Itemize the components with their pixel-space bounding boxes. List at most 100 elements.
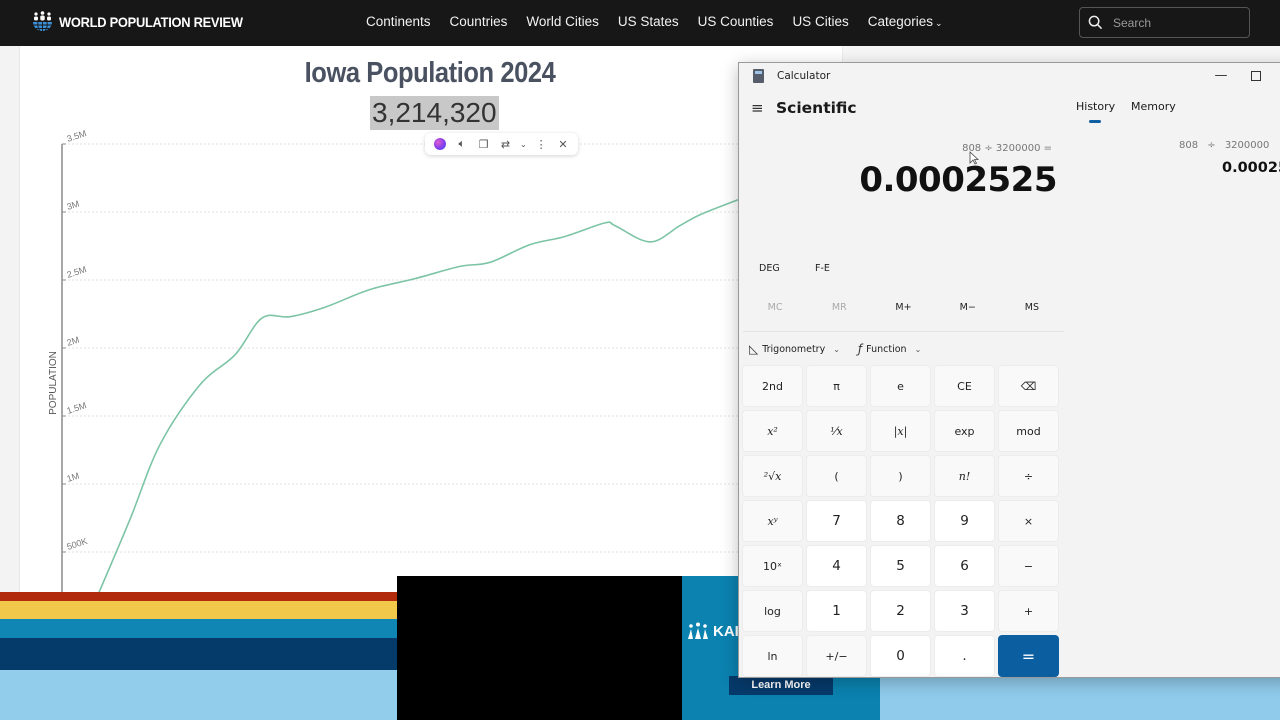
tab-memory[interactable]: Memory	[1131, 100, 1176, 113]
key-mod-button[interactable]: mod	[998, 410, 1059, 452]
key-negate-button[interactable]: +/−	[806, 635, 867, 677]
stripe-red	[0, 592, 397, 601]
key-subtract-button[interactable]: −	[998, 545, 1059, 587]
maximize-button[interactable]	[1251, 71, 1261, 81]
ad-background	[880, 678, 1280, 720]
active-tab-indicator	[1089, 120, 1101, 123]
key-square-root-button[interactable]: ²√x	[742, 455, 803, 497]
key-eight-button[interactable]: 8	[870, 500, 931, 542]
stripe-blue	[0, 619, 397, 638]
page-content	[20, 46, 842, 606]
key-log-button[interactable]: log	[742, 590, 803, 632]
hamburger-menu-icon[interactable]: ≡	[751, 101, 767, 116]
key-second-button[interactable]: 2nd	[742, 365, 803, 407]
key-clear-entry-button[interactable]: CE	[934, 365, 995, 407]
trigonometry-dropdown[interactable]: Trigonometry	[762, 344, 825, 355]
key-five-button[interactable]: 5	[870, 545, 931, 587]
page-left-margin	[0, 46, 20, 606]
learn-more-button[interactable]: Learn More	[729, 676, 833, 695]
stripe-light-blue	[0, 670, 397, 720]
memory-row: MC MR M+ M− MS	[743, 293, 1064, 323]
key-one-button[interactable]: 1	[806, 590, 867, 632]
calculator-window: Calculator — ≡ Scientific History Memory…	[738, 62, 1280, 678]
chevron-down-icon[interactable]: ⌄	[519, 136, 527, 152]
key-zero-button[interactable]: 0	[870, 635, 931, 677]
history-item-result[interactable]: 0.00025	[1222, 160, 1280, 176]
key-nine-button[interactable]: 9	[934, 500, 995, 542]
copilot-icon[interactable]	[432, 136, 448, 152]
memory-subtract-button[interactable]: M−	[936, 293, 1000, 323]
key-add-button[interactable]: +	[998, 590, 1059, 632]
key-power-button[interactable]: xʸ	[742, 500, 803, 542]
memory-clear-button[interactable]: MC	[743, 293, 807, 323]
key-exp-button[interactable]: exp	[934, 410, 995, 452]
key-equals-button[interactable]: =	[998, 635, 1059, 677]
translate-icon[interactable]: ⇄	[497, 136, 513, 152]
site-header: WORLD POPULATION REVIEW Continents Count…	[0, 0, 1280, 46]
nav-countries[interactable]: Countries	[450, 14, 508, 29]
triangle-ruler-icon: ◺	[749, 342, 759, 356]
key-reciprocal-button[interactable]: ¹⁄x	[806, 410, 867, 452]
selection-toolbar: 🔈︎ ❐ ⇄ ⌄ ⋮ ✕	[425, 133, 578, 155]
key-divide-button[interactable]: ÷	[998, 455, 1059, 497]
key-three-button[interactable]: 3	[934, 590, 995, 632]
nav-continents[interactable]: Continents	[366, 14, 431, 29]
memory-store-button[interactable]: MS	[1000, 293, 1064, 323]
stripe-yellow	[0, 601, 397, 619]
minimize-button[interactable]: —	[1211, 66, 1231, 86]
key-square-button[interactable]: x²	[742, 410, 803, 452]
ad-logo: KAI	[687, 622, 739, 640]
key-ten-power-button[interactable]: 10ˣ	[742, 545, 803, 587]
copy-icon[interactable]: ❐	[476, 136, 492, 152]
population-value-selected[interactable]: 3,214,320	[370, 96, 499, 130]
brand-logo-link[interactable]: WORLD POPULATION REVIEW	[32, 11, 259, 32]
history-item-expression[interactable]: 808 ÷ 3200000	[1179, 140, 1269, 151]
chevron-down-icon[interactable]: ⌄	[833, 345, 840, 354]
fe-button[interactable]: F-E	[815, 263, 830, 274]
function-dropdown[interactable]: Function	[866, 344, 906, 355]
key-seven-button[interactable]: 7	[806, 500, 867, 542]
key-pi-button[interactable]: π	[806, 365, 867, 407]
key-multiply-button[interactable]: ×	[998, 500, 1059, 542]
calculator-app-icon	[753, 69, 764, 83]
key-four-button[interactable]: 4	[806, 545, 867, 587]
ad-video-placeholder[interactable]	[397, 576, 682, 720]
tab-history[interactable]: History	[1076, 100, 1115, 113]
key-backspace-button[interactable]: ⌫	[998, 365, 1059, 407]
more-icon[interactable]: ⋮	[533, 136, 549, 152]
calculator-titlebar[interactable]: Calculator —	[739, 63, 1280, 91]
nav-world-cities[interactable]: World Cities	[526, 14, 599, 29]
nav-us-cities[interactable]: US Cities	[792, 14, 848, 29]
globe-people-icon	[33, 11, 52, 32]
key-close-paren-button[interactable]: )	[870, 455, 931, 497]
chevron-down-icon: ⌄	[935, 18, 943, 28]
chevron-down-icon[interactable]: ⌄	[915, 345, 922, 354]
nav-categories-label: Categories	[867, 14, 933, 29]
ad-banner-stripes[interactable]	[0, 592, 397, 720]
key-two-button[interactable]: 2	[870, 590, 931, 632]
ad-brand-text: KAI	[713, 622, 739, 640]
calculator-mode-title: Scientific	[776, 99, 857, 117]
key-factorial-button[interactable]: n!	[934, 455, 995, 497]
function-icon: ƒ	[857, 342, 863, 356]
angle-mode-button[interactable]: DEG	[759, 263, 780, 274]
result-display: 0.0002525	[859, 160, 1057, 200]
memory-add-button[interactable]: M+	[871, 293, 935, 323]
search-input[interactable]	[1113, 15, 1233, 30]
kp-logo-icon	[688, 622, 708, 639]
key-ln-button[interactable]: ln	[742, 635, 803, 677]
read-aloud-icon[interactable]: 🔈︎	[454, 136, 470, 152]
key-open-paren-button[interactable]: (	[806, 455, 867, 497]
divider	[743, 331, 1064, 332]
key-decimal-button[interactable]: .	[934, 635, 995, 677]
search-box[interactable]	[1079, 7, 1250, 38]
brand-name: WORLD POPULATION REVIEW	[59, 13, 243, 30]
nav-us-states[interactable]: US States	[618, 14, 679, 29]
key-e-button[interactable]: e	[870, 365, 931, 407]
key-six-button[interactable]: 6	[934, 545, 995, 587]
nav-categories[interactable]: Categories ⌄	[868, 14, 943, 29]
memory-recall-button[interactable]: MR	[807, 293, 871, 323]
key-absolute-button[interactable]: |x|	[870, 410, 931, 452]
close-icon[interactable]: ✕	[555, 136, 571, 152]
nav-us-counties[interactable]: US Counties	[698, 14, 774, 29]
